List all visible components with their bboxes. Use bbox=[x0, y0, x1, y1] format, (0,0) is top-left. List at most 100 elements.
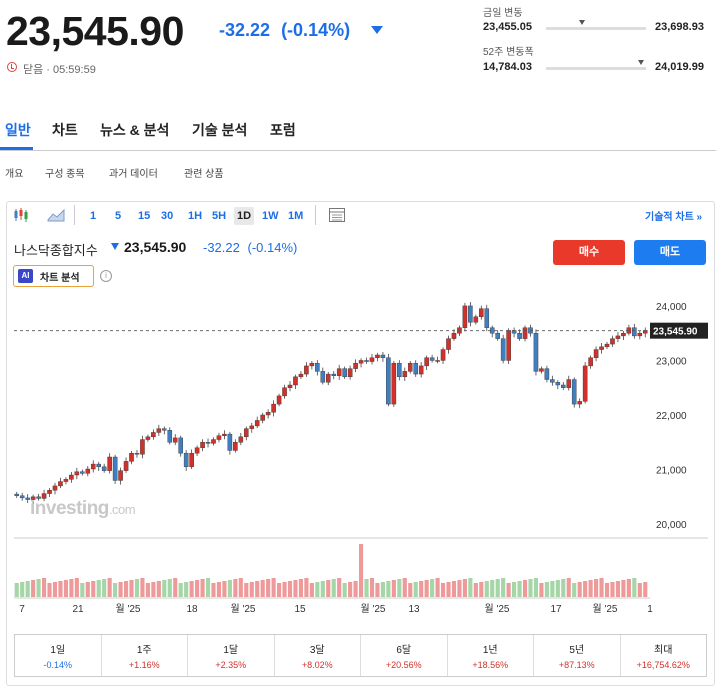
candle-body bbox=[397, 362, 402, 378]
candle-body bbox=[58, 481, 63, 487]
volume-bar bbox=[293, 580, 298, 597]
candle-body bbox=[140, 439, 145, 455]
volume-bar bbox=[129, 580, 134, 597]
volume-bar bbox=[113, 583, 118, 597]
performance-cell[interactable]: 1일 -0.14% bbox=[15, 635, 102, 676]
performance-cell[interactable]: 5년 +87.13% bbox=[534, 635, 621, 676]
tab-forum[interactable]: 포럼 bbox=[270, 120, 296, 140]
year-range-marker bbox=[638, 60, 644, 65]
candle-body bbox=[14, 493, 20, 496]
performance-period: 1일 bbox=[50, 645, 66, 656]
candlestick-icon[interactable] bbox=[12, 206, 30, 224]
candle-body bbox=[566, 379, 572, 388]
candle-body bbox=[129, 452, 134, 462]
volume-bar bbox=[25, 581, 30, 597]
candle-body bbox=[271, 403, 276, 413]
volume-bar bbox=[123, 581, 129, 597]
instrument-name: 나스닥종합지수 bbox=[14, 243, 98, 258]
day-range-label: 금일 변동 bbox=[483, 8, 523, 19]
technical-chart-link[interactable]: 기술적 차트 » bbox=[645, 208, 702, 223]
x-axis-tick-label: 21 bbox=[72, 604, 84, 615]
volume-bar bbox=[402, 578, 407, 597]
table-view-icon[interactable] bbox=[328, 206, 346, 224]
volume-bar bbox=[14, 583, 19, 597]
volume-bar bbox=[348, 582, 353, 597]
performance-cell[interactable]: 6달 +20.56% bbox=[361, 635, 448, 676]
candle-body bbox=[276, 395, 282, 405]
candle-body bbox=[402, 371, 408, 378]
candle-body bbox=[632, 327, 637, 337]
area-chart-icon[interactable] bbox=[47, 206, 65, 224]
period-1m[interactable]: 1M bbox=[285, 207, 306, 225]
tab-news-analysis[interactable]: 뉴스 & 분석 bbox=[100, 120, 169, 140]
candle-body bbox=[418, 365, 424, 375]
subtab-historical-data[interactable]: 과거 데이터 bbox=[109, 165, 158, 180]
candle-body bbox=[582, 365, 588, 402]
candle-body bbox=[69, 474, 74, 480]
volume-bar bbox=[413, 582, 418, 597]
volume-bar bbox=[282, 582, 287, 597]
year-low: 14,784.03 bbox=[483, 61, 532, 73]
period-5h[interactable]: 5H bbox=[209, 207, 229, 225]
performance-cell[interactable]: 3달 +8.02% bbox=[275, 635, 361, 676]
ai-chart-analysis-label: 차트 분석 bbox=[40, 273, 80, 284]
candle-body bbox=[151, 432, 156, 438]
period-1h[interactable]: 1H bbox=[185, 207, 205, 225]
volume-bar bbox=[457, 580, 462, 597]
candle-body bbox=[189, 452, 194, 468]
period-1d[interactable]: 1D bbox=[234, 207, 255, 225]
volume-bar bbox=[255, 581, 260, 597]
volume-bar bbox=[544, 582, 549, 597]
volume-bar bbox=[468, 578, 473, 597]
day-range-bar bbox=[546, 27, 646, 30]
info-icon[interactable]: i bbox=[100, 270, 112, 282]
tab-chart[interactable]: 차트 bbox=[52, 120, 78, 140]
candle-body bbox=[222, 433, 227, 436]
x-axis-tick-label: 17 bbox=[550, 604, 562, 615]
candle-body bbox=[550, 379, 555, 383]
candle-body bbox=[304, 365, 309, 375]
candle-body bbox=[287, 384, 293, 388]
performance-cell[interactable]: 1년 +18.56% bbox=[448, 635, 534, 676]
candle-body bbox=[254, 420, 260, 427]
period-15[interactable]: 15 bbox=[135, 207, 153, 225]
volume-bar bbox=[479, 582, 484, 597]
y-axis-tick-label: 24,000 bbox=[656, 302, 687, 313]
price-chart[interactable]: 24,000 23,000 22,000 21,000 20,000 23,545.90 7… bbox=[0, 295, 718, 625]
volume-bar bbox=[195, 580, 200, 597]
candle-body bbox=[473, 316, 479, 323]
instrument-change: -32.22 (-0.14%) bbox=[203, 240, 297, 255]
subtab-overview[interactable]: 개요 bbox=[5, 165, 23, 180]
volume-bar bbox=[621, 580, 626, 597]
period-30[interactable]: 30 bbox=[158, 207, 176, 225]
buy-button[interactable]: 매수 bbox=[553, 240, 625, 265]
volume-bar bbox=[244, 583, 249, 597]
subtab-related-products[interactable]: 관련 상품 bbox=[184, 165, 224, 180]
tab-general[interactable]: 일반 bbox=[5, 120, 31, 140]
day-high: 23,698.93 bbox=[655, 21, 704, 33]
candle-body bbox=[588, 357, 593, 367]
performance-cell[interactable]: 1달 +2.35% bbox=[188, 635, 275, 676]
volume-bar bbox=[140, 578, 145, 597]
volume-bar bbox=[266, 579, 271, 597]
candle-body bbox=[167, 430, 173, 443]
period-5[interactable]: 5 bbox=[112, 207, 124, 225]
volume-bar bbox=[52, 582, 58, 597]
period-1[interactable]: 1 bbox=[87, 207, 99, 225]
volume-bar bbox=[490, 580, 495, 597]
period-1w[interactable]: 1W bbox=[259, 207, 282, 225]
performance-cell[interactable]: 최대 +16,754.62% bbox=[621, 635, 707, 676]
candle-body bbox=[331, 373, 337, 376]
performance-value: +2.35% bbox=[215, 660, 247, 670]
tab-technical-analysis[interactable]: 기술 분석 bbox=[192, 120, 247, 140]
sell-button[interactable]: 매도 bbox=[634, 240, 706, 265]
volume-bar bbox=[430, 579, 435, 597]
candle-body bbox=[462, 305, 468, 328]
volume-bar bbox=[320, 581, 325, 597]
subtab-components[interactable]: 구성 종목 bbox=[45, 165, 85, 180]
candle-body bbox=[615, 335, 621, 339]
volume-bar bbox=[408, 583, 413, 597]
candle-body bbox=[172, 437, 178, 443]
y-axis-tick-label: 22,000 bbox=[656, 411, 687, 422]
performance-cell[interactable]: 1주 +1.16% bbox=[102, 635, 188, 676]
